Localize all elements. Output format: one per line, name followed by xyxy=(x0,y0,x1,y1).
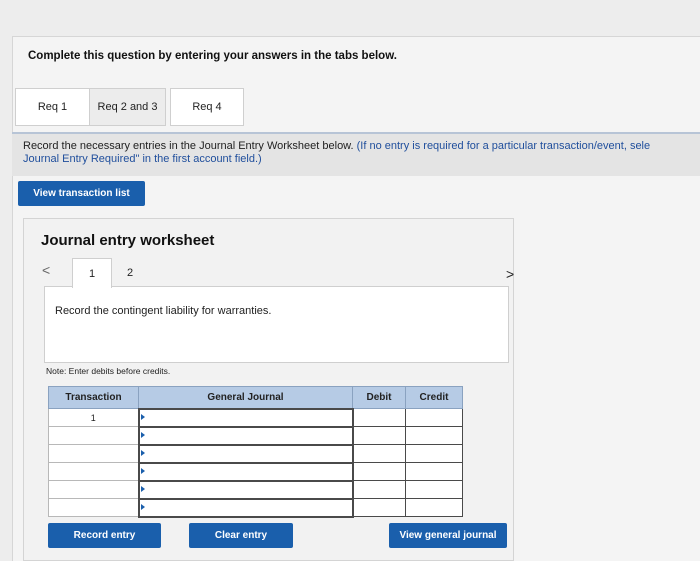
transaction-cell xyxy=(48,480,139,499)
general-journal-select[interactable] xyxy=(137,479,354,500)
transaction-cell xyxy=(48,426,139,445)
general-journal-select[interactable] xyxy=(137,407,354,428)
instruction-note: (If no entry is required for a particula… xyxy=(356,140,651,152)
debit-input[interactable] xyxy=(352,426,406,445)
table-row xyxy=(48,461,463,482)
view-general-journal-button[interactable]: View general journal xyxy=(389,523,507,548)
table-row xyxy=(48,479,463,500)
table-row xyxy=(48,425,463,446)
credit-input[interactable] xyxy=(405,462,463,481)
tab-req-1[interactable]: Req 1 xyxy=(15,88,89,126)
column-header-debit: Debit xyxy=(352,386,406,409)
transaction-cell xyxy=(48,498,139,517)
page-heading: Complete this question by entering your … xyxy=(28,50,397,62)
credit-input[interactable] xyxy=(405,498,463,517)
general-journal-select[interactable] xyxy=(137,461,354,482)
general-journal-select[interactable] xyxy=(137,497,354,518)
record-description: Record the contingent liability for warr… xyxy=(55,305,272,317)
instruction-text: Record the necessary entries in the Jour… xyxy=(23,140,357,152)
worksheet-page-tab-1[interactable]: 1 xyxy=(72,258,112,288)
column-header-transaction: Transaction xyxy=(48,386,139,409)
transaction-cell xyxy=(48,444,139,463)
debit-input[interactable] xyxy=(352,480,406,499)
column-header-credit: Credit xyxy=(405,386,463,409)
column-header-general-journal: General Journal xyxy=(138,386,353,409)
tab-req-4[interactable]: Req 4 xyxy=(170,88,244,126)
credit-input[interactable] xyxy=(405,426,463,445)
journal-entry-table: Transaction General Journal Debit Credit… xyxy=(48,386,463,518)
table-row xyxy=(48,443,463,464)
debit-input[interactable] xyxy=(352,444,406,463)
instruction-bar: Record the necessary entries in the Jour… xyxy=(12,132,700,176)
credit-input[interactable] xyxy=(405,408,463,427)
view-transaction-list-button[interactable]: View transaction list xyxy=(18,181,145,206)
table-row: 1 xyxy=(48,407,463,428)
transaction-cell: 1 xyxy=(48,408,139,427)
debit-input[interactable] xyxy=(352,408,406,427)
credit-input[interactable] xyxy=(405,444,463,463)
record-description-box xyxy=(44,286,509,363)
table-header-row: Transaction General Journal Debit Credit xyxy=(48,386,463,409)
clear-entry-button[interactable]: Clear entry xyxy=(189,523,293,548)
instruction-note-continued: Journal Entry Required" in the first acc… xyxy=(23,153,262,165)
record-entry-button[interactable]: Record entry xyxy=(48,523,161,548)
debit-input[interactable] xyxy=(352,498,406,517)
tab-req-2-and-3[interactable]: Req 2 and 3 xyxy=(89,88,166,126)
transaction-cell xyxy=(48,462,139,481)
debits-credits-note: Note: Enter debits before credits. xyxy=(46,366,171,376)
next-page-icon[interactable]: > xyxy=(506,266,514,282)
credit-input[interactable] xyxy=(405,480,463,499)
worksheet-title: Journal entry worksheet xyxy=(41,232,215,249)
worksheet-page-tab-2[interactable]: 2 xyxy=(115,258,145,288)
general-journal-select[interactable] xyxy=(137,443,354,464)
general-journal-select[interactable] xyxy=(137,425,354,446)
previous-page-icon[interactable]: < xyxy=(42,262,50,278)
debit-input[interactable] xyxy=(352,462,406,481)
table-row xyxy=(48,497,463,518)
